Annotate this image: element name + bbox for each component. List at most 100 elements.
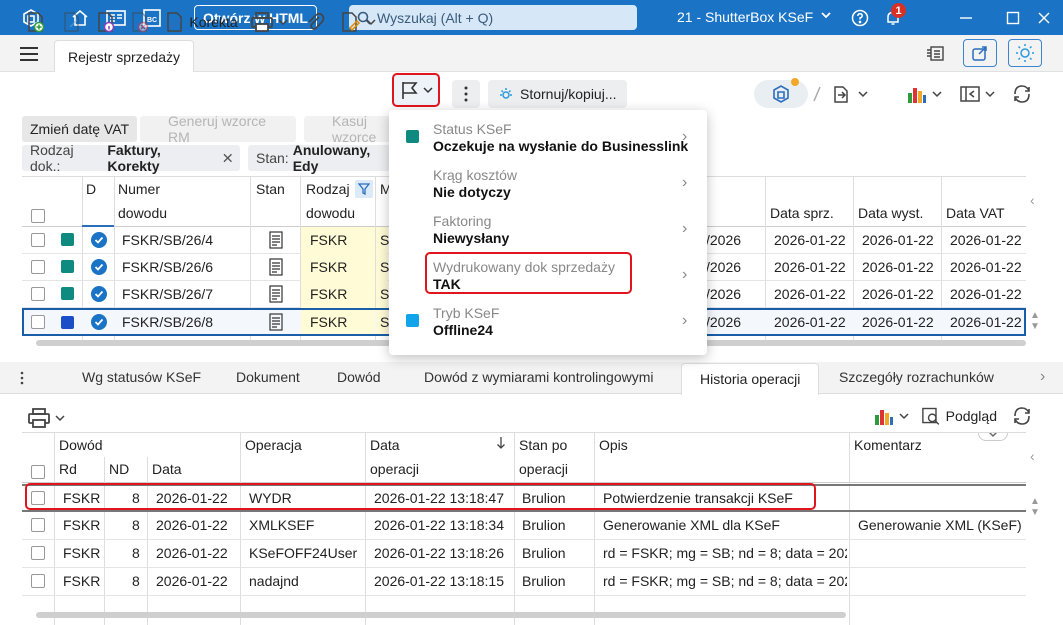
header-numer[interactable]: Numer bbox=[118, 177, 160, 201]
header-d[interactable]: D bbox=[86, 177, 96, 201]
window-title[interactable]: 21 - ShutterBox KSeF bbox=[677, 9, 813, 25]
flag-dropdown-menu: Status KSeF Oczekuje na wysłanie do Busi… bbox=[389, 110, 707, 355]
close-icon[interactable] bbox=[223, 153, 232, 163]
korekta-button[interactable]: Korekta bbox=[164, 8, 239, 36]
row-checkbox[interactable] bbox=[31, 260, 45, 274]
header-rodzaj[interactable]: Rodzaj bbox=[306, 177, 350, 201]
vertical-dots-icon[interactable] bbox=[20, 362, 32, 394]
sort-arrow-down-icon[interactable] bbox=[496, 436, 506, 453]
cell-operacja: KSeFOFF24User bbox=[249, 545, 358, 561]
edit-document-icon[interactable] bbox=[60, 8, 84, 36]
doc-number: FSKR/SB/26/7 bbox=[122, 286, 214, 302]
header-data-operacji[interactable]: Data bbox=[370, 433, 400, 457]
filter-chip-stan[interactable]: Stan: Anulowany, Edy bbox=[248, 142, 393, 174]
delete-document-icon[interactable] bbox=[128, 8, 152, 36]
collapse-chevron-icon[interactable] bbox=[978, 433, 1008, 441]
filter-chip-rodzaj[interactable]: Rodzaj dok.: Faktury, Korekty bbox=[22, 142, 240, 174]
theme-sun-icon[interactable] bbox=[1008, 39, 1042, 67]
hamburger-menu-icon[interactable] bbox=[20, 47, 38, 61]
chevron-left-icon[interactable]: ‹ bbox=[1030, 448, 1042, 464]
tab-dowod-wymiary[interactable]: Dowód z wymiarami kontrolingowymi bbox=[424, 362, 656, 394]
table-row[interactable]: FSKR 8 2026-01-22 nadajnd 2026-01-22 13:… bbox=[22, 568, 1026, 596]
row-checkbox[interactable] bbox=[31, 546, 45, 560]
header-rd[interactable]: Rd bbox=[59, 457, 77, 481]
generate-templates-button[interactable]: Generuj wzorce RM bbox=[140, 113, 296, 145]
data-wyst: 2026-01-22 bbox=[862, 232, 934, 248]
doc-date-tail: /2026 bbox=[706, 232, 742, 248]
row-checkbox[interactable] bbox=[31, 233, 45, 247]
header-operacja[interactable]: Operacja bbox=[245, 433, 302, 457]
grid-header: Dowód Rd ND Data Operacja Data operacji … bbox=[22, 433, 1026, 483]
more-options-button[interactable] bbox=[452, 80, 480, 108]
doc-date-tail: /2026 bbox=[706, 286, 742, 302]
tab-historia-operacji[interactable]: Historia operacji bbox=[681, 363, 820, 395]
minimize-icon[interactable] bbox=[949, 0, 983, 35]
tab-szczegoly-rozrachunkow[interactable]: Szczegóły rozrachunków bbox=[839, 362, 994, 394]
table-row[interactable]: FSKR 8 2026-01-22 XMLKSEF 2026-01-22 13:… bbox=[22, 512, 1026, 540]
document-stamp-icon bbox=[268, 313, 284, 334]
chevron-right-icon[interactable]: › bbox=[1040, 362, 1045, 394]
delete-templates-button[interactable]: Kasuj wzorce bbox=[304, 113, 394, 145]
preview-button[interactable]: Podgląd bbox=[921, 402, 997, 430]
search-box[interactable]: Wyszukaj (Alt + Q) bbox=[349, 5, 637, 30]
menu-item-krag-kosztow[interactable]: Krąg kosztów Nie dotyczy › bbox=[389, 162, 707, 208]
header-stan[interactable]: Stan bbox=[256, 177, 285, 201]
chart-button[interactable] bbox=[903, 80, 945, 108]
document-status-button[interactable] bbox=[338, 8, 378, 36]
tab-dowod[interactable]: Dowód bbox=[337, 362, 381, 394]
row-checkbox[interactable] bbox=[31, 315, 45, 329]
chevron-down-icon[interactable] bbox=[820, 8, 832, 24]
header-data-wyst[interactable]: Data wyst. bbox=[858, 201, 923, 225]
table-row[interactable]: FSKR 8 2026-01-22 KSeFOFF24User 2026-01-… bbox=[22, 540, 1026, 568]
history-chart-button[interactable] bbox=[870, 402, 912, 430]
status-color-square bbox=[61, 233, 74, 246]
menu-item-tryb-ksef[interactable]: Tryb KSeF Offline24 › bbox=[389, 300, 707, 346]
header-stan-po[interactable]: Stan po bbox=[519, 433, 567, 457]
print-button[interactable] bbox=[246, 8, 292, 36]
cell-operacja: XMLKSEF bbox=[249, 517, 315, 533]
change-vat-date-button[interactable]: Zmień datę VAT bbox=[22, 116, 138, 142]
print-history-button[interactable] bbox=[24, 404, 68, 432]
filter-value: Faktury, Korekty bbox=[107, 142, 161, 174]
attachment-icon[interactable] bbox=[303, 8, 327, 36]
tab-dokument[interactable]: Dokument bbox=[236, 362, 300, 394]
export-button[interactable] bbox=[830, 80, 870, 108]
panel-button[interactable] bbox=[956, 80, 998, 108]
add-document-icon[interactable] bbox=[24, 8, 48, 36]
cell-komentarz: Generowanie XML (KSeF) p bbox=[858, 517, 1026, 533]
select-all-checkbox[interactable] bbox=[31, 465, 45, 479]
document-stamp-icon bbox=[268, 258, 284, 279]
header-komentarz[interactable]: Komentarz bbox=[854, 433, 922, 457]
header-opis[interactable]: Opis bbox=[599, 433, 628, 457]
header-data-sprz[interactable]: Data sprz. bbox=[770, 201, 834, 225]
header-nd[interactable]: ND bbox=[109, 457, 129, 481]
scroll-arrows-icon[interactable]: ▲ ▼ bbox=[1030, 310, 1042, 332]
row-checkbox[interactable] bbox=[31, 574, 45, 588]
menu-item-faktoring[interactable]: Faktoring Niewysłany › bbox=[389, 208, 707, 254]
row-checkbox[interactable] bbox=[31, 518, 45, 532]
menu-item-status-ksef[interactable]: Status KSeF Oczekuje na wysłanie do Busi… bbox=[389, 116, 707, 162]
layout-icon[interactable] bbox=[918, 39, 952, 67]
close-icon[interactable] bbox=[1027, 0, 1061, 35]
chevron-left-icon[interactable]: ‹ bbox=[1030, 192, 1042, 208]
share-icon[interactable] bbox=[963, 39, 997, 67]
storno-button[interactable]: Stornuj/kopiuj... bbox=[488, 80, 627, 108]
scroll-arrows-icon[interactable]: ▲ ▼ bbox=[1030, 496, 1042, 518]
cell-stan: Brulion bbox=[522, 573, 566, 589]
mode-toggle-button[interactable] bbox=[754, 80, 808, 108]
select-all-checkbox[interactable] bbox=[31, 209, 45, 223]
refresh-icon[interactable] bbox=[1008, 80, 1036, 108]
header-data-vat[interactable]: Data VAT bbox=[946, 201, 1005, 225]
flag-menu-button[interactable] bbox=[392, 73, 440, 107]
help-icon[interactable] bbox=[843, 0, 877, 35]
document-info-icon[interactable] bbox=[94, 8, 118, 36]
refresh-icon[interactable] bbox=[1008, 402, 1036, 430]
horizontal-scrollbar[interactable] bbox=[36, 612, 846, 618]
tab-wg-statusow[interactable]: Wg statusów KSeF bbox=[82, 362, 201, 394]
row-checkbox[interactable] bbox=[31, 287, 45, 301]
maximize-icon[interactable] bbox=[996, 0, 1030, 35]
header-data[interactable]: Data bbox=[152, 457, 182, 481]
filter-funnel-icon[interactable] bbox=[355, 180, 373, 198]
tab-rejestr-sprzedazy[interactable]: Rejestr sprzedaży bbox=[54, 40, 194, 72]
data-vat: 2026-01-22 bbox=[950, 286, 1022, 302]
